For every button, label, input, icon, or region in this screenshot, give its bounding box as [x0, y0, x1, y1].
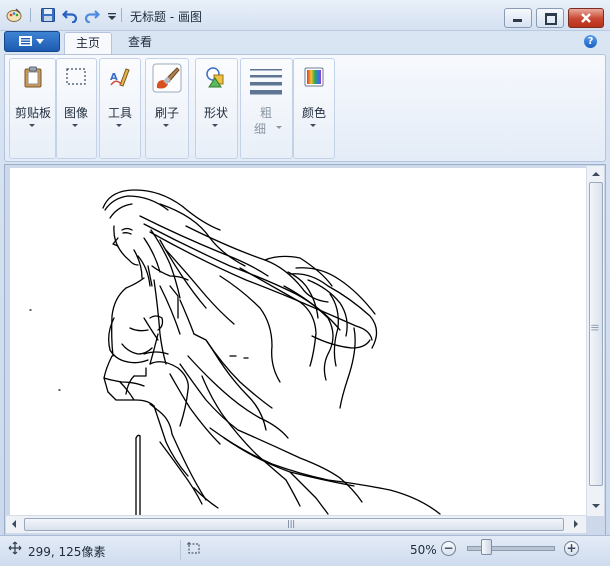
- colors-icon: [304, 67, 324, 87]
- ribbon-group-image: 图像: [56, 58, 97, 159]
- title-bar: 无标题 - 画图: [0, 0, 610, 31]
- paint-window: 无标题 - 画图 主页 查看 ? 剪贴板 图像 A 工具 刷子 形状 粗 细 颜…: [0, 0, 610, 566]
- colors-button[interactable]: 颜色: [291, 62, 337, 132]
- cursor-position: 299, 125像素: [28, 545, 106, 559]
- ribbon-group-size: 粗 细: [240, 58, 293, 159]
- window-title: 无标题 - 画图: [130, 10, 202, 24]
- select-icon: [66, 68, 86, 85]
- close-button[interactable]: [568, 8, 604, 28]
- tab-home[interactable]: 主页: [64, 32, 112, 55]
- chevron-down-icon: [276, 126, 282, 129]
- zoom-slider-thumb[interactable]: [481, 539, 492, 555]
- shapes-label: 形状: [203, 106, 228, 120]
- horizontal-scrollbar[interactable]: |||: [6, 515, 586, 533]
- scroll-grip: |||: [591, 324, 599, 332]
- minus-icon: −: [443, 541, 454, 555]
- save-icon[interactable]: [40, 7, 56, 23]
- tools-button[interactable]: A 工具: [97, 62, 143, 132]
- brush-icon: [152, 63, 182, 93]
- sketch-drawing: [29, 189, 441, 515]
- chevron-down-icon: [72, 124, 78, 127]
- status-bar: 299, 125像素 50% − +: [0, 535, 610, 566]
- chevron-down-icon: [163, 124, 169, 127]
- ribbon-home: 剪贴板 图像 A 工具 刷子 形状 粗 细 颜色: [4, 54, 606, 162]
- cursor-position-icon: [8, 541, 22, 555]
- clipboard-icon: [24, 66, 42, 88]
- ribbon-group-tools: A 工具: [99, 58, 141, 159]
- scroll-right-icon[interactable]: [574, 520, 578, 528]
- image-button[interactable]: 图像: [53, 62, 99, 132]
- horizontal-scroll-thumb[interactable]: |||: [24, 518, 564, 531]
- chevron-down-icon: [29, 124, 35, 127]
- clipboard-label: 剪贴板: [14, 106, 51, 120]
- status-divider: [180, 540, 181, 560]
- drawing-canvas[interactable]: [10, 168, 586, 515]
- image-label: 图像: [63, 106, 88, 120]
- chevron-down-icon: [212, 124, 218, 127]
- restore-icon: [545, 13, 557, 25]
- ribbon-tab-row: 主页 查看: [0, 30, 610, 55]
- tab-view[interactable]: 查看: [118, 32, 162, 54]
- chevron-down-icon: [116, 124, 122, 127]
- brushes-label: 刷子: [154, 106, 179, 120]
- help-icon: ?: [587, 36, 594, 47]
- minimize-icon: [513, 19, 522, 22]
- tab-view-label: 查看: [127, 35, 152, 49]
- plus-icon: +: [566, 541, 577, 555]
- customize-toolbar-icon[interactable]: [104, 7, 120, 23]
- close-icon: [581, 13, 591, 23]
- ribbon-group-shapes: 形状: [195, 58, 238, 159]
- scroll-up-icon[interactable]: [592, 172, 600, 176]
- size-button[interactable]: 粗 细: [243, 62, 289, 136]
- undo-icon[interactable]: [62, 7, 78, 23]
- brushes-button[interactable]: 刷子: [144, 62, 190, 132]
- tools-label: 工具: [107, 106, 132, 120]
- restore-button[interactable]: [536, 8, 564, 28]
- size-label-thick: 粗: [259, 106, 272, 120]
- vertical-scrollbar[interactable]: |||: [586, 166, 604, 516]
- tab-home-label: 主页: [75, 36, 100, 50]
- scroll-grip: |||: [287, 519, 296, 528]
- chevron-down-icon: [310, 124, 316, 127]
- shapes-button[interactable]: 形状: [193, 62, 239, 132]
- ribbon-group-brushes: 刷子: [145, 58, 189, 159]
- size-label-thin: 细: [253, 122, 266, 136]
- selection-size-icon: [187, 542, 200, 554]
- zoom-in-button[interactable]: +: [564, 541, 579, 556]
- vertical-scroll-thumb[interactable]: |||: [589, 182, 603, 486]
- ribbon-group-colors: 颜色: [293, 58, 335, 159]
- zoom-out-button[interactable]: −: [441, 541, 456, 556]
- ribbon-group-clipboard: 剪贴板: [9, 58, 56, 159]
- scroll-down-icon[interactable]: [592, 504, 600, 508]
- scroll-left-icon[interactable]: [12, 520, 16, 528]
- redo-icon[interactable]: [84, 7, 100, 23]
- shapes-icon: [206, 67, 224, 88]
- paint-menu-button[interactable]: [4, 31, 60, 52]
- tools-icon: A: [110, 68, 130, 87]
- minimize-button[interactable]: [504, 8, 532, 28]
- paint-app-icon[interactable]: [6, 7, 22, 23]
- help-button[interactable]: ?: [584, 35, 597, 48]
- zoom-level: 50%: [410, 543, 437, 557]
- size-icon: [250, 69, 282, 95]
- menu-icon: [19, 36, 44, 46]
- title-separator: [30, 8, 31, 22]
- title-separator: [121, 8, 122, 22]
- clipboard-button[interactable]: 剪贴板: [10, 62, 56, 132]
- colors-label: 颜色: [301, 106, 326, 120]
